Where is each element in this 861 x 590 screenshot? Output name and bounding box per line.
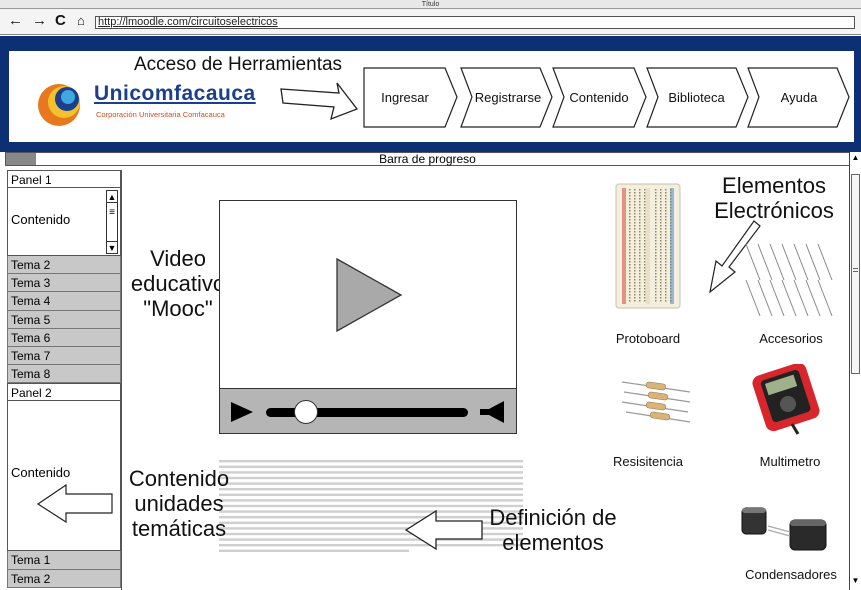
progress-label: Barra de progreso — [379, 152, 476, 166]
tools-annotation: Acceso de Herramientas — [134, 54, 343, 75]
scroll-thumb[interactable] — [851, 174, 860, 374]
panel-1-topic-item[interactable]: Tema 2 — [7, 256, 121, 275]
nav-button-ingresar-label: Ingresar — [381, 90, 429, 105]
video-controls — [220, 388, 516, 433]
play-icon[interactable] — [230, 401, 254, 423]
accessories-image[interactable] — [740, 240, 838, 322]
play-large-icon[interactable] — [335, 257, 403, 333]
nav-button-biblioteca-label: Biblioteca — [668, 90, 725, 105]
brand-name[interactable]: Unicomfacauca — [94, 82, 256, 106]
panel-1-topic-item[interactable]: Tema 3 — [7, 274, 121, 293]
resistor-image[interactable] — [620, 372, 692, 424]
window-title-bar: Título — [0, 0, 861, 9]
nav-button-contenido-label: Contenido — [569, 90, 629, 105]
panel-1-body: Contenido ▲ ≡ ▼ — [7, 188, 121, 256]
header-content: Unicomfacauca Corporación Universitaria … — [7, 49, 856, 144]
definitions-annotation: Definición de elementos — [489, 505, 617, 555]
capacitors-image[interactable] — [738, 504, 830, 554]
sidebar: Panel 1 Contenido ▲ ≡ ▼ Tema 2 Tema 3 Tema… — [7, 170, 122, 590]
site-header: Unicomfacauca Corporación Universitaria … — [0, 36, 861, 152]
scroll-thumb-icon[interactable]: ≡ — [107, 207, 117, 219]
scroll-up-icon[interactable]: ▲ — [107, 191, 117, 203]
seek-handle[interactable] — [294, 400, 319, 424]
logo-icon — [38, 84, 80, 126]
volume-icon[interactable] — [478, 400, 506, 424]
arrow-right-icon[interactable]: → — [32, 13, 47, 29]
protoboard-label: Protoboard — [615, 331, 681, 346]
panel-2-body: Contenido — [7, 401, 121, 552]
arrow-left-icon[interactable]: ← — [8, 13, 23, 29]
video-player[interactable] — [219, 200, 517, 434]
multimeter-label: Multimetro — [759, 454, 821, 469]
seek-bar[interactable] — [266, 400, 468, 424]
arrow-left-annotation-icon — [36, 484, 113, 524]
browser-toolbar: ← → C ⌂ http://lmoodle.com/circuitoselec… — [0, 9, 861, 35]
scroll-down-icon[interactable]: ▼ — [107, 241, 117, 253]
panel-1-topic-item[interactable]: Tema 4 — [7, 292, 121, 311]
arrow-left-definitions-icon — [404, 510, 483, 550]
panel-1-topic-item[interactable]: Tema 8 — [7, 365, 121, 384]
panel-1-content: Contenido — [11, 212, 71, 227]
resistor-label: Resisitencia — [612, 454, 684, 469]
panel-1-scrollbar[interactable]: ▲ ≡ ▼ — [106, 190, 118, 254]
panel-2-topics: Tema 1 Tema 2 — [7, 551, 121, 588]
panel-1-topics: Tema 2 Tema 3 Tema 4 Tema 5 Tema 6 Tema 7 Tema… — [7, 256, 121, 384]
panel-2-topic-item[interactable]: Tema 1 — [7, 551, 121, 570]
panel-2-header[interactable]: Panel 2 — [7, 383, 121, 402]
scroll-down-icon[interactable]: ▼ — [851, 576, 860, 586]
nav-button-ayuda-label: Ayuda — [780, 90, 818, 105]
progress-bar: Barra de progreso — [5, 152, 850, 166]
panel-1-topic-item[interactable]: Tema 7 — [7, 346, 121, 366]
nav-button-registrarse-label: Registrarse — [474, 90, 542, 105]
window-title: Título — [421, 1, 440, 8]
panel-2-topic-item[interactable]: Tema 2 — [7, 569, 121, 588]
multimeter-image[interactable] — [748, 364, 824, 436]
panel-1-topic-item[interactable]: Tema 6 — [7, 328, 121, 347]
page-scrollbar[interactable]: ▲ ▼ — [849, 152, 861, 590]
accessories-label: Accesorios — [759, 331, 823, 346]
arrow-right-annotation-icon — [280, 82, 359, 121]
panel-1-topic-item[interactable]: Tema 5 — [7, 310, 121, 329]
protoboard-image[interactable] — [612, 180, 684, 312]
home-icon[interactable]: ⌂ — [77, 13, 85, 29]
capacitors-label: Condensadores — [745, 567, 837, 582]
elements-heading: Elementos Electrónicos — [714, 173, 834, 223]
units-annotation: Contenido unidades temáticas — [128, 466, 230, 541]
panel-1-header[interactable]: Panel 1 — [7, 170, 121, 188]
brand-subtitle: Corporación Universitaria Comfacauca — [96, 110, 225, 119]
scroll-up-icon[interactable]: ▲ — [851, 153, 860, 163]
reload-icon[interactable]: C — [55, 13, 66, 29]
page: Título ← → C ⌂ http://lmoodle.com/circui… — [0, 0, 861, 590]
panel-2-content: Contenido — [11, 465, 71, 481]
address-bar[interactable]: http://lmoodle.com/circuitoselectricos — [95, 16, 855, 29]
